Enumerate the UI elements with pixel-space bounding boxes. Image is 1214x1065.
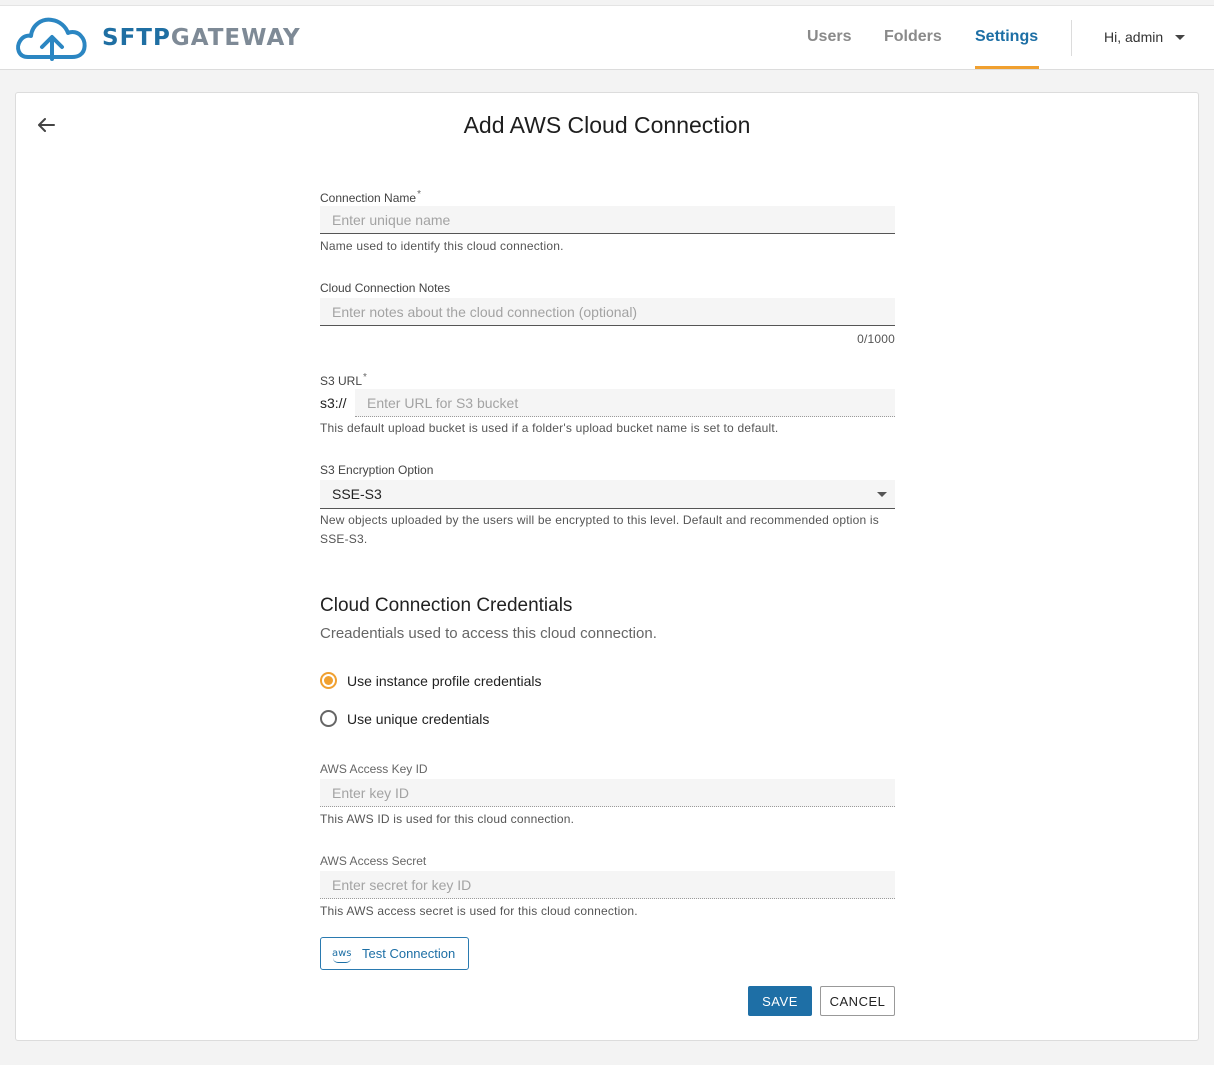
notes-field — [320, 298, 895, 326]
access-secret-input[interactable] — [320, 871, 895, 898]
s3-url-input[interactable] — [355, 389, 895, 416]
cancel-button[interactable]: CANCEL — [820, 986, 895, 1016]
access-key-input[interactable] — [320, 779, 895, 806]
s3-url-label: S3 URL* — [320, 372, 367, 388]
connection-name-input[interactable] — [320, 206, 895, 233]
aws-smile-mark — [333, 958, 351, 963]
radio-unique-credentials-label: Use unique credentials — [347, 710, 490, 727]
test-connection-label: Test Connection — [362, 946, 456, 961]
save-button[interactable]: SAVE — [748, 986, 812, 1016]
encryption-hint: New objects uploaded by the users will b… — [320, 513, 879, 546]
user-menu[interactable]: Hi, admin — [1104, 29, 1186, 45]
nav-settings[interactable]: Settings — [975, 28, 1038, 46]
connection-name-label: Connection Name* — [320, 189, 421, 205]
cloud-upload-icon — [16, 17, 87, 61]
user-menu-label: Hi, admin — [1104, 29, 1164, 45]
aws-icon: aws — [332, 949, 354, 963]
content-card: Add AWS Cloud Connection Connection Name… — [15, 92, 1199, 1041]
active-tab-indicator — [975, 66, 1039, 69]
notes-input[interactable] — [320, 298, 895, 325]
notes-label: Cloud Connection Notes — [320, 281, 451, 295]
page-title: Add AWS Cloud Connection — [463, 112, 751, 138]
s3-url-label-text: S3 URL — [320, 374, 363, 388]
radio-unselected-icon — [320, 710, 337, 727]
required-mark: * — [363, 372, 367, 383]
radio-unique-credentials[interactable]: Use unique credentials — [320, 710, 489, 727]
credentials-section-subtitle: Creadentials used to access this cloud c… — [320, 625, 657, 642]
access-secret-label: AWS Access Secret — [320, 854, 427, 868]
logo-text: SFTPGATEWAY — [102, 25, 301, 51]
access-secret-field — [320, 871, 895, 899]
dropdown-arrow-icon — [877, 492, 887, 497]
top-header: SFTPGATEWAY Users Folders Settings Hi, a… — [0, 5, 1214, 70]
encryption-select[interactable]: SSE-S3 — [320, 480, 895, 509]
radio-selected-icon — [320, 672, 337, 689]
s3-url-field — [355, 389, 895, 417]
encryption-label: S3 Encryption Option — [320, 463, 434, 477]
s3-url-prefix: s3:// — [320, 395, 347, 411]
access-key-field — [320, 779, 895, 807]
connection-name-field — [320, 206, 895, 234]
logo-text-secondary: GATEWAY — [170, 25, 301, 51]
s3-url-hint: This default upload bucket is used if a … — [320, 421, 779, 435]
nav-divider — [1071, 20, 1072, 56]
radio-instance-profile[interactable]: Use instance profile credentials — [320, 672, 542, 689]
credentials-section-title: Cloud Connection Credentials — [320, 595, 573, 616]
sftpgateway-logo[interactable]: SFTPGATEWAY — [14, 13, 301, 63]
notes-char-counter: 0/1000 — [857, 332, 895, 346]
caret-down-icon — [1175, 34, 1186, 40]
test-connection-button[interactable]: aws Test Connection — [320, 937, 469, 970]
encryption-selected-value: SSE-S3 — [332, 486, 382, 502]
nav-folders[interactable]: Folders — [884, 28, 942, 46]
connection-name-label-text: Connection Name — [320, 191, 417, 205]
required-mark: * — [417, 189, 421, 200]
access-key-hint: This AWS ID is used for this cloud conne… — [320, 812, 575, 826]
connection-name-hint: Name used to identify this cloud connect… — [320, 239, 564, 253]
access-key-label: AWS Access Key ID — [320, 762, 428, 776]
logo-text-primary: SFTP — [102, 25, 171, 51]
access-secret-hint: This AWS access secret is used for this … — [320, 904, 638, 918]
radio-instance-profile-label: Use instance profile credentials — [347, 672, 542, 689]
nav-users[interactable]: Users — [807, 28, 851, 46]
